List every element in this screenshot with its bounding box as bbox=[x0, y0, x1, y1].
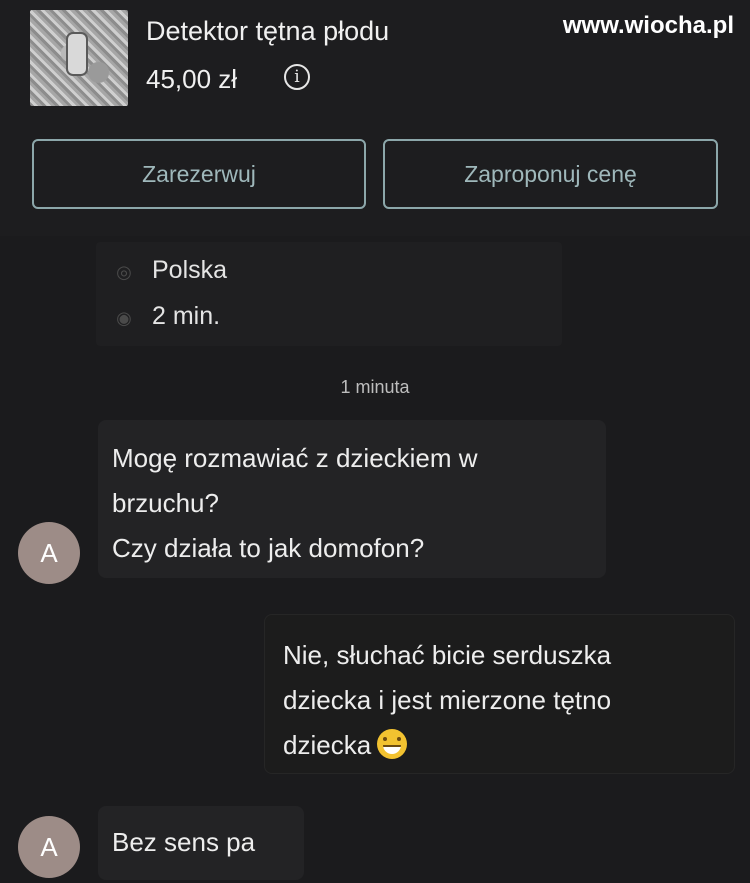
message-line: brzuchu? bbox=[112, 488, 219, 518]
message-line: dziecka bbox=[283, 723, 716, 768]
message-line: Nie, słuchać bicie serduszka bbox=[283, 640, 612, 670]
product-price: 45,00 zł bbox=[146, 64, 238, 94]
incoming-message-bubble: Mogę rozmawiać z dzieckiem w brzuchu? Cz… bbox=[98, 420, 606, 578]
location-pin-icon: ◎ bbox=[116, 262, 132, 282]
eye-icon: ◉ bbox=[116, 308, 132, 328]
outgoing-message-bubble: Nie, słuchać bicie serduszka dziecka i j… bbox=[264, 614, 735, 774]
message-line: Mogę rozmawiać z dzieckiem w bbox=[112, 443, 478, 473]
location-row: ◎ Polska bbox=[114, 256, 227, 285]
product-header: Detektor tętna płodu 45,00 zł i www.wioc… bbox=[0, 0, 750, 236]
chat-screen: Detektor tętna płodu 45,00 zł i www.wioc… bbox=[0, 0, 750, 883]
location-text: Polska bbox=[152, 256, 228, 284]
reserve-button[interactable]: Zarezerwuj bbox=[32, 139, 366, 209]
message-line: Bez sens pa bbox=[112, 827, 256, 857]
avatar[interactable]: A bbox=[18, 816, 80, 878]
message-line: dziecka i jest mierzone tętno bbox=[283, 685, 612, 715]
views-row: ◉ 2 min. bbox=[114, 302, 220, 331]
info-icon[interactable]: i bbox=[284, 64, 310, 90]
grinning-sweat-emoji-icon bbox=[377, 729, 408, 759]
avatar[interactable]: A bbox=[18, 522, 80, 584]
watermark: www.wiocha.pl bbox=[562, 12, 734, 39]
product-title[interactable]: Detektor tętna płodu bbox=[146, 16, 389, 47]
views-text: 2 min. bbox=[152, 302, 221, 330]
incoming-message-bubble: Bez sens pa bbox=[98, 806, 304, 880]
message-line-text: dziecka bbox=[283, 730, 372, 760]
make-offer-button[interactable]: Zaproponuj cenę bbox=[383, 139, 718, 209]
message-timestamp: 1 minuta bbox=[340, 377, 410, 397]
message-line: Czy działa to jak domofon? bbox=[112, 533, 425, 563]
fetal-doppler-image bbox=[66, 32, 88, 76]
product-thumbnail[interactable] bbox=[30, 10, 128, 106]
listing-meta-card: ◎ Polska ◉ 2 min. bbox=[96, 242, 562, 346]
